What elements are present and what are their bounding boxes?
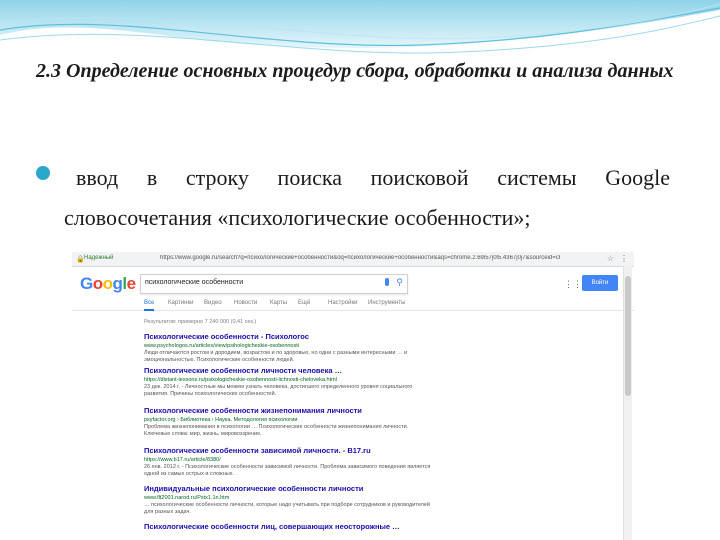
- result-snippet: … психологические особенности личности, …: [144, 502, 430, 515]
- bullet-item: ввод в строку поиска поисковой системы G…: [36, 158, 670, 238]
- result-title-link[interactable]: Индивидуальные психологические особеннос…: [144, 484, 434, 494]
- tab-settings[interactable]: Настройки: [328, 300, 357, 306]
- logo-letter: o: [92, 274, 103, 293]
- result-snippet: 26 янв. 2012 г. - Психологические особен…: [144, 464, 431, 477]
- search-result: Психологические особенности личности чел…: [144, 366, 434, 398]
- bullet-dot-icon: [36, 166, 50, 180]
- url-text[interactable]: https://www.google.ru/search?q=психологи…: [160, 255, 560, 261]
- result-url[interactable]: www.flt2001.narod.ru/Pstx1.1n.htm: [144, 494, 434, 502]
- search-tabs: Все Картинки Видео Новости Карты Ещё Нас…: [72, 298, 634, 311]
- result-snippet: Люди отличаются ростом и дородием, возра…: [144, 350, 408, 363]
- search-result: Индивидуальные психологические особеннос…: [144, 484, 434, 516]
- search-result: Психологические особенности - Психологос…: [144, 332, 434, 364]
- browser-menu-icon[interactable]: ⋮: [620, 254, 628, 263]
- result-url[interactable]: https://www.b17.ru/article/8380/: [144, 456, 434, 464]
- tab-video[interactable]: Видео: [204, 300, 222, 306]
- bullet-text-line-1: ввод в строку поиска поисковой системы G…: [76, 165, 670, 190]
- tab-maps[interactable]: Карты: [270, 300, 287, 306]
- search-result: Психологические особенности жизнепониман…: [144, 406, 434, 438]
- google-logo[interactable]: Google: [80, 274, 136, 294]
- google-search-screenshot: 🔒 Надежный https://www.google.ru/search?…: [72, 252, 634, 540]
- logo-letter: o: [102, 274, 113, 293]
- result-title-link[interactable]: Психологические особенности жизнепониман…: [144, 406, 434, 416]
- search-result: Психологические особенности зависимой ли…: [144, 446, 434, 478]
- bullet-text-line-2: словосочетания «психологические особенно…: [64, 205, 531, 230]
- address-bar[interactable]: 🔒 Надежный https://www.google.ru/search?…: [72, 252, 634, 267]
- bookmark-star-icon[interactable]: ☆: [607, 254, 614, 263]
- apps-grid-icon[interactable]: ⋮⋮: [564, 279, 582, 290]
- logo-letter: G: [80, 274, 93, 293]
- result-title-link[interactable]: Психологические особенности зависимой ли…: [144, 446, 434, 456]
- tab-tools[interactable]: Инструменты: [368, 300, 405, 306]
- tab-more[interactable]: Ещё: [298, 300, 310, 306]
- result-stats: Результатов: примерно 7 240 000 (0,41 се…: [144, 319, 257, 325]
- logo-letter: e: [126, 274, 136, 293]
- result-url[interactable]: https://distant-lessons.ru/psixologiches…: [144, 376, 434, 384]
- result-url[interactable]: www.psychologos.ru/articles/view/psiholo…: [144, 342, 434, 350]
- scrollbar-thumb[interactable]: [625, 276, 631, 396]
- tab-images[interactable]: Картинки: [168, 300, 193, 306]
- result-snippet: Проблема жизнепонимания в психологии … П…: [144, 424, 409, 437]
- microphone-icon[interactable]: [385, 278, 389, 286]
- tab-news[interactable]: Новости: [234, 300, 257, 306]
- slide-title: 2.3 Определение основных процедур сбора,…: [36, 60, 674, 82]
- search-icon[interactable]: ⚲: [396, 277, 403, 288]
- tab-all[interactable]: Все: [144, 300, 155, 311]
- result-title-link[interactable]: Психологические особенности личности чел…: [144, 366, 434, 376]
- search-query: психологические особенности: [145, 279, 244, 286]
- search-result: Психологические особенности лиц, соверша…: [144, 522, 434, 532]
- result-title-link[interactable]: Психологические особенности - Психологос: [144, 332, 434, 342]
- secure-label: Надежный: [84, 255, 114, 261]
- result-url[interactable]: psyfactor.org › Библиотека › Наука. Мето…: [144, 416, 434, 424]
- logo-letter: g: [112, 274, 123, 293]
- search-input[interactable]: психологические особенности ⚲: [140, 274, 408, 294]
- result-title-link[interactable]: Психологические особенности лиц, соверша…: [144, 522, 434, 532]
- result-snippet: 23 дек. 2014 г. - Личностные мы можем уз…: [144, 384, 413, 397]
- scrollbar[interactable]: [623, 266, 632, 540]
- sign-in-button[interactable]: Войти: [582, 275, 618, 291]
